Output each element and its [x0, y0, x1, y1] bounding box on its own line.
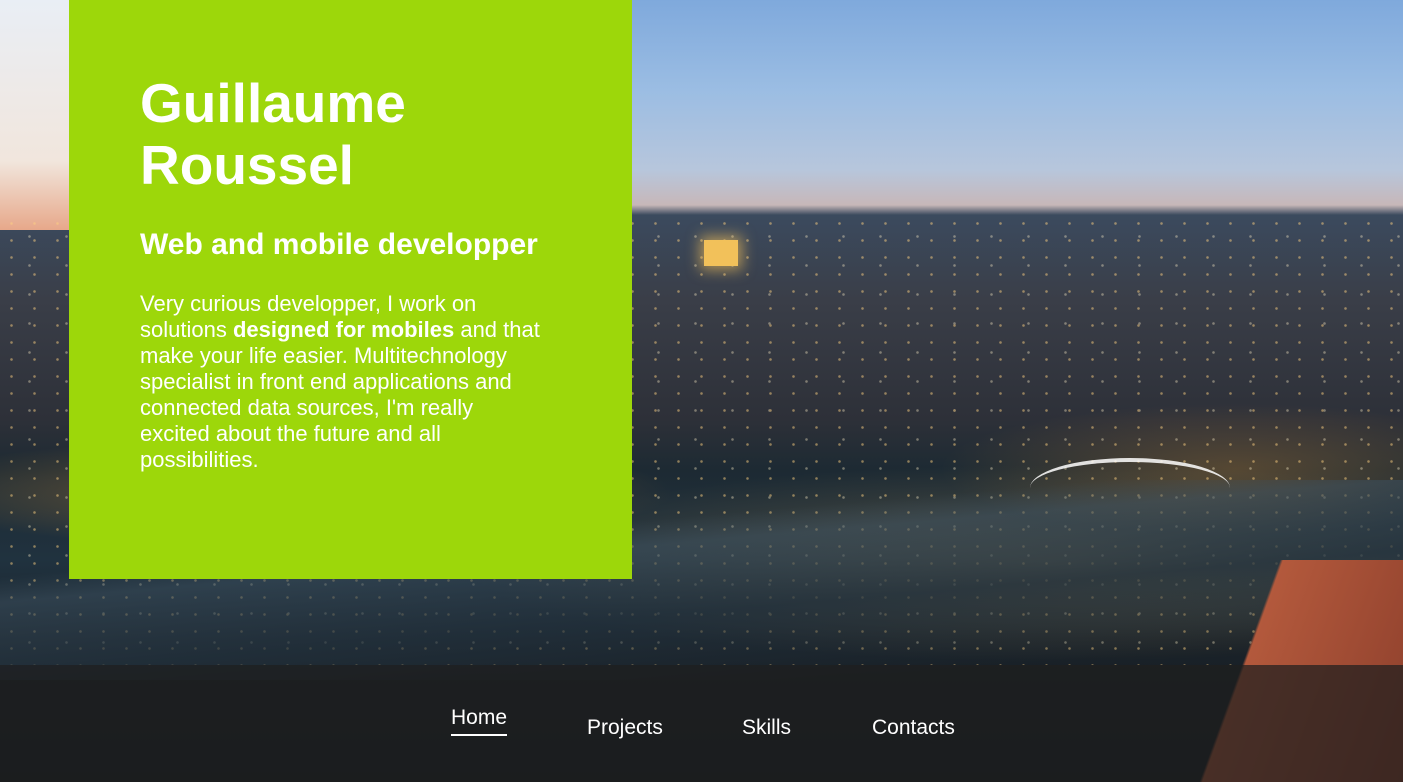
intro-card: Guillaume Roussel Web and mobile develop… — [69, 0, 632, 579]
profile-headline: Web and mobile developper — [140, 228, 538, 261]
bridge — [1030, 458, 1230, 518]
nav-item-contacts[interactable]: Contacts — [872, 716, 955, 740]
profile-bio: Very curious developper, I work on solut… — [140, 291, 540, 473]
profile-name: Guillaume Roussel — [140, 72, 406, 196]
sky-left-area — [0, 0, 80, 230]
bio-emphasis: designed for mobiles — [232, 317, 455, 342]
arc-de-triomphe — [704, 240, 738, 266]
nav-item-home[interactable]: Home — [451, 706, 508, 736]
nav-item-skills[interactable]: Skills — [742, 716, 791, 740]
main-nav: Home Projects Skills Contacts — [0, 665, 1403, 782]
nav-item-projects[interactable]: Projects — [587, 716, 663, 740]
